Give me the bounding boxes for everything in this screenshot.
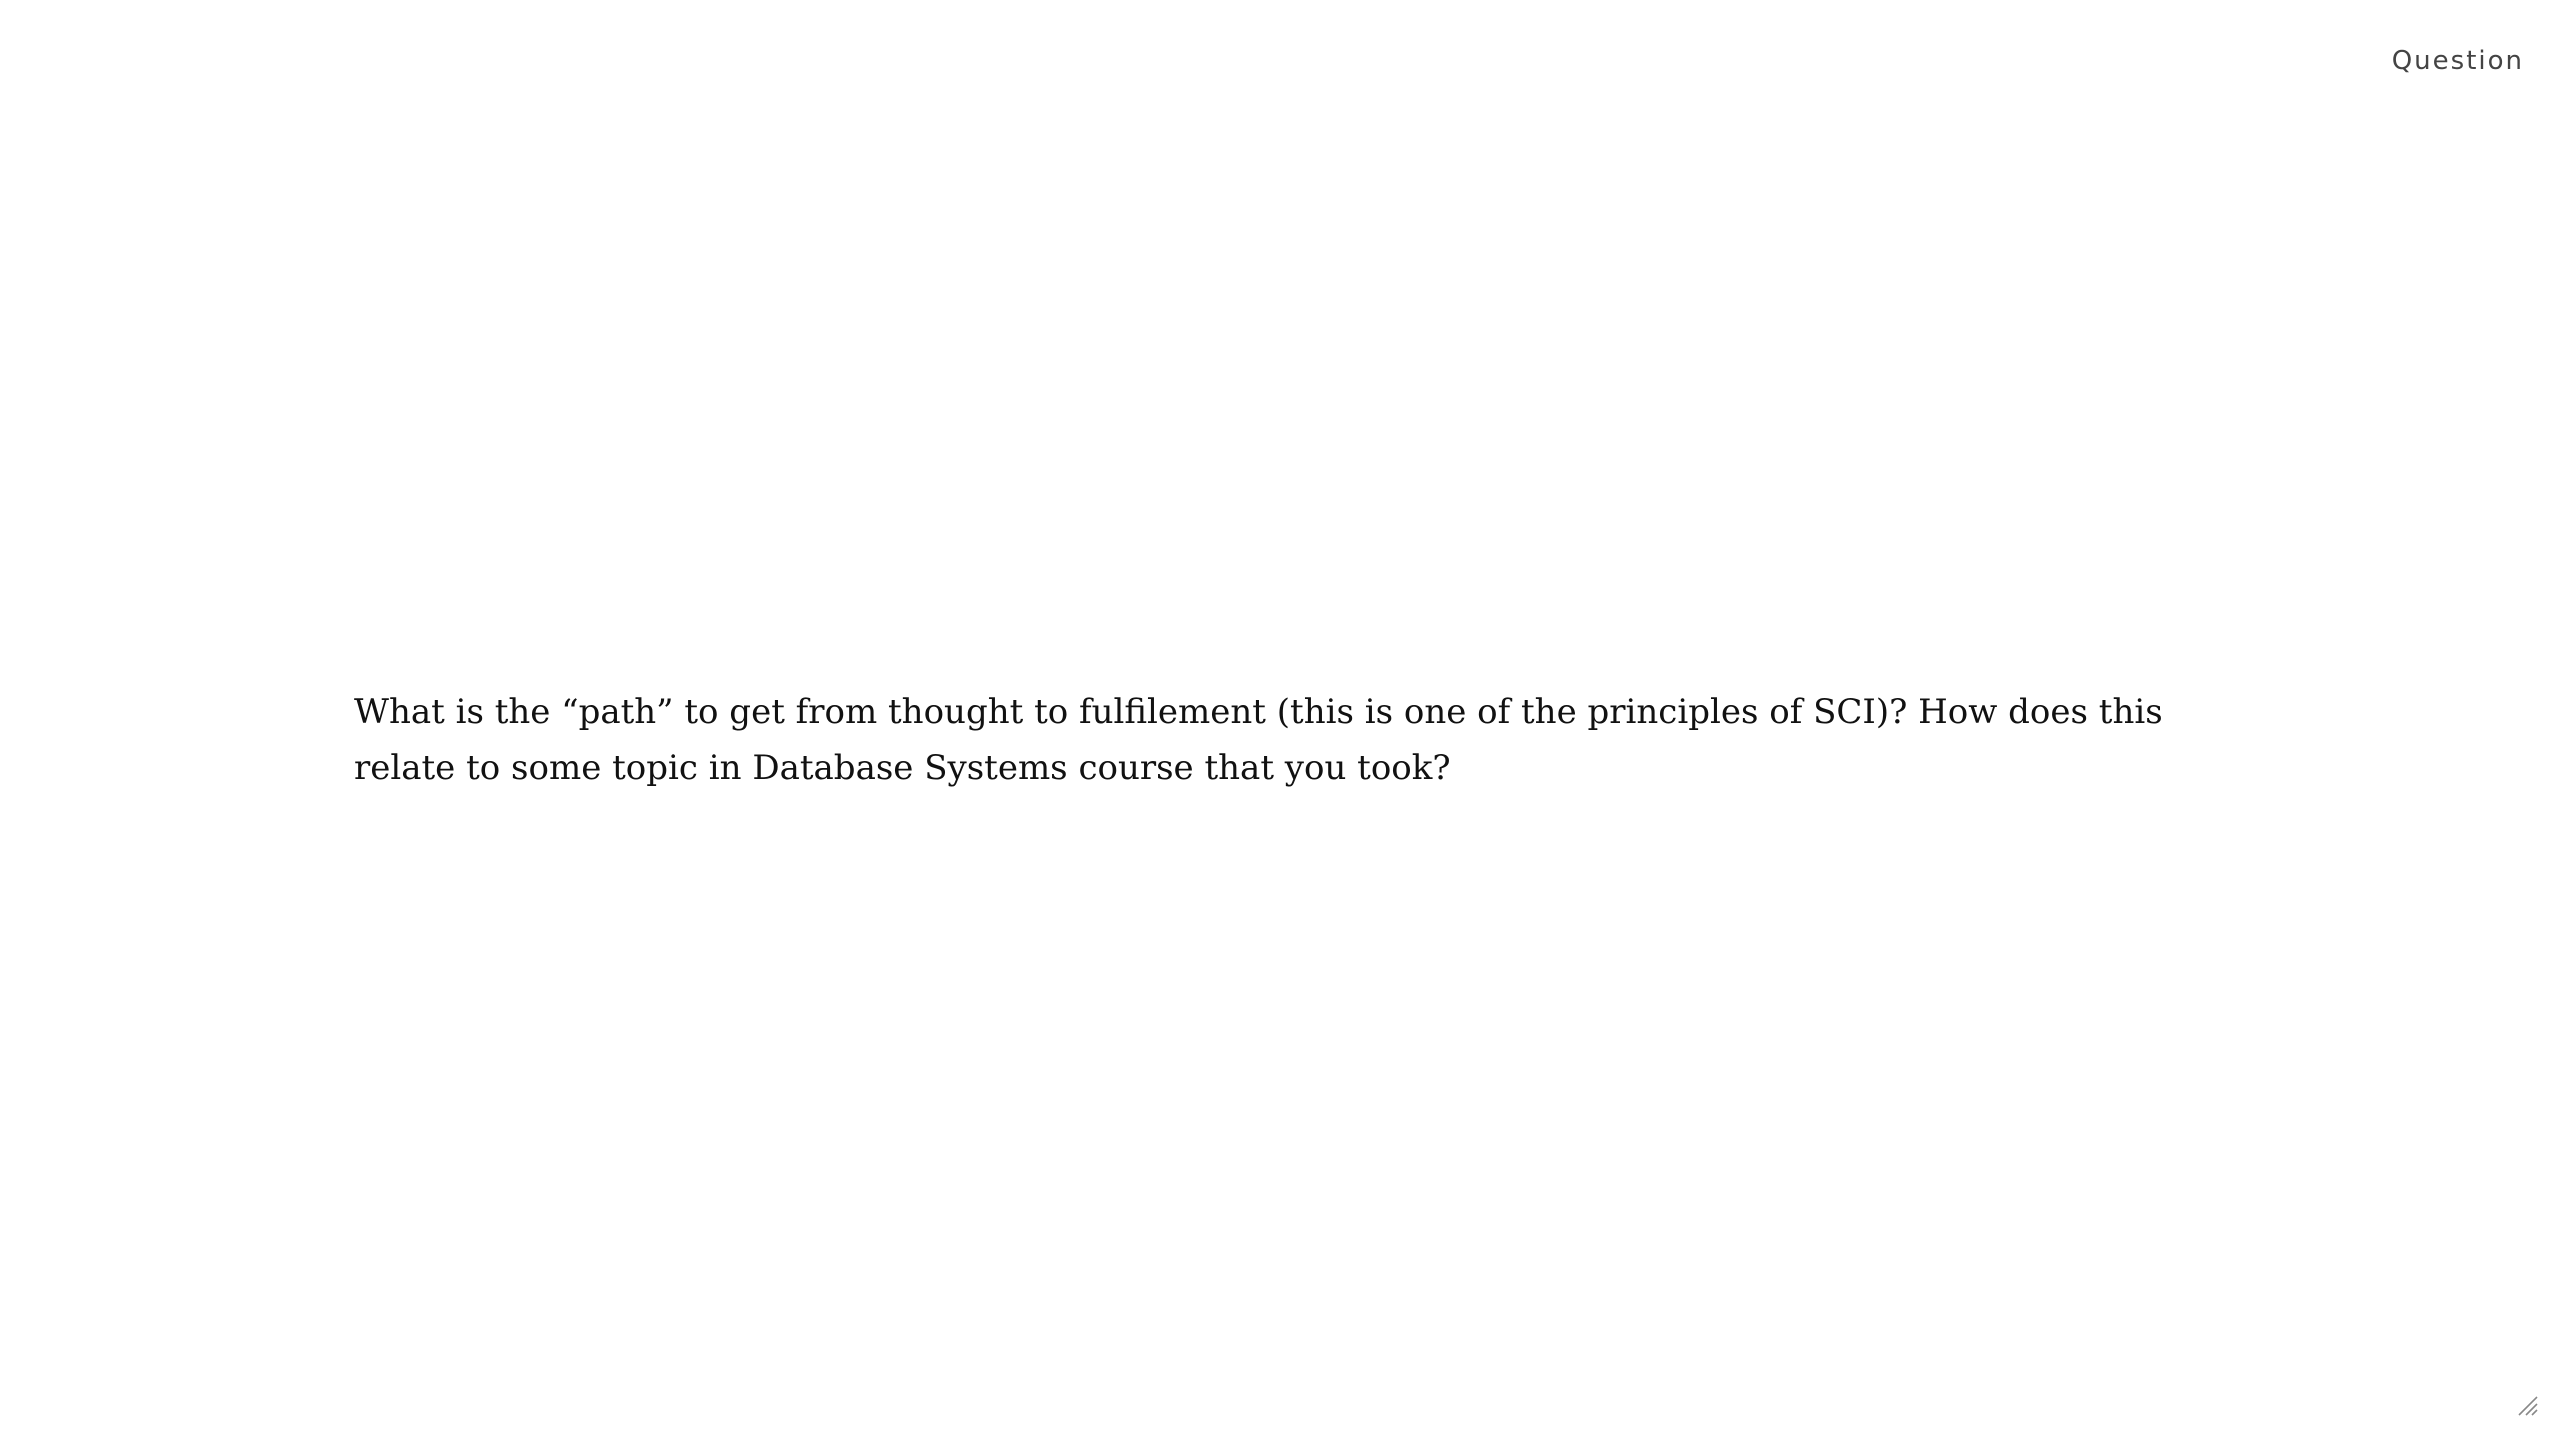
slide: Question What is the “path” to get from …: [0, 0, 2560, 1440]
question-text: What is the “path” to get from thought t…: [354, 692, 2163, 788]
slide-label: Question: [2391, 46, 2524, 76]
resize-grip-icon[interactable]: [2516, 1394, 2538, 1416]
